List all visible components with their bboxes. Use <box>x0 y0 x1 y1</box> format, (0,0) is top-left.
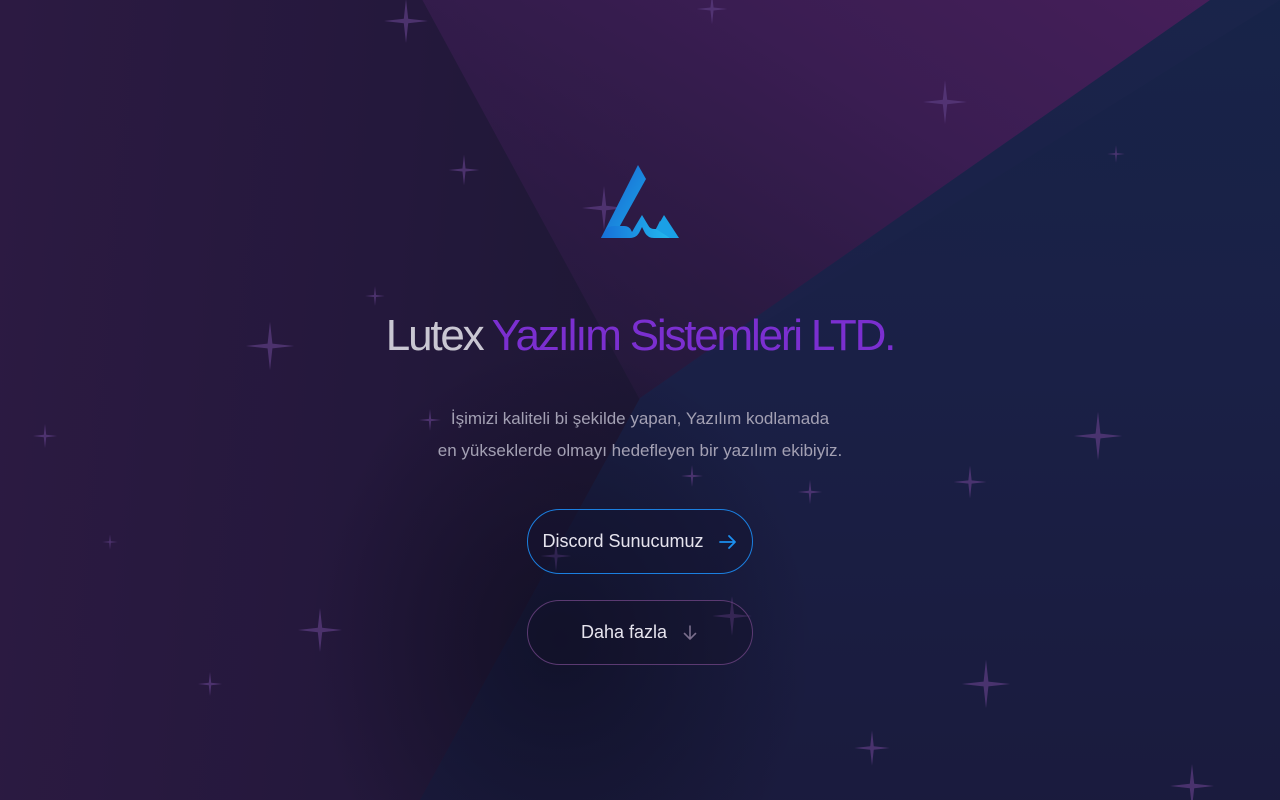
description-line: İşimizi kaliteli bi şekilde yapan, Yazıl… <box>450 409 830 428</box>
page-title: Lutex Yazılım Sistemleri LTD. <box>0 308 1280 364</box>
title-brand: Lutex <box>385 311 485 360</box>
description-line: en yükseklerde olmayı hedefleyen bir yaz… <box>437 441 843 460</box>
more-info-button[interactable]: Daha fazla <box>527 600 753 665</box>
landing-page: Lutex Yazılım Sistemleri LTD. İşimizi ka… <box>0 0 1280 800</box>
title-company: Yazılım Sistemleri LTD. <box>491 311 897 360</box>
arrow-down-icon <box>683 624 697 640</box>
hero-description: İşimizi kaliteli bi şekilde yapan, Yazıl… <box>0 403 1280 467</box>
discord-server-button[interactable]: Discord Sunucumuz <box>527 509 753 574</box>
arrow-right-icon <box>718 534 736 549</box>
hero-section: Lutex Yazılım Sistemleri LTD. İşimizi ka… <box>0 0 1280 800</box>
discord-button-label: Discord Sunucumuz <box>542 531 704 551</box>
lutex-logo-icon <box>601 165 679 238</box>
more-button-label: Daha fazla <box>580 622 668 642</box>
